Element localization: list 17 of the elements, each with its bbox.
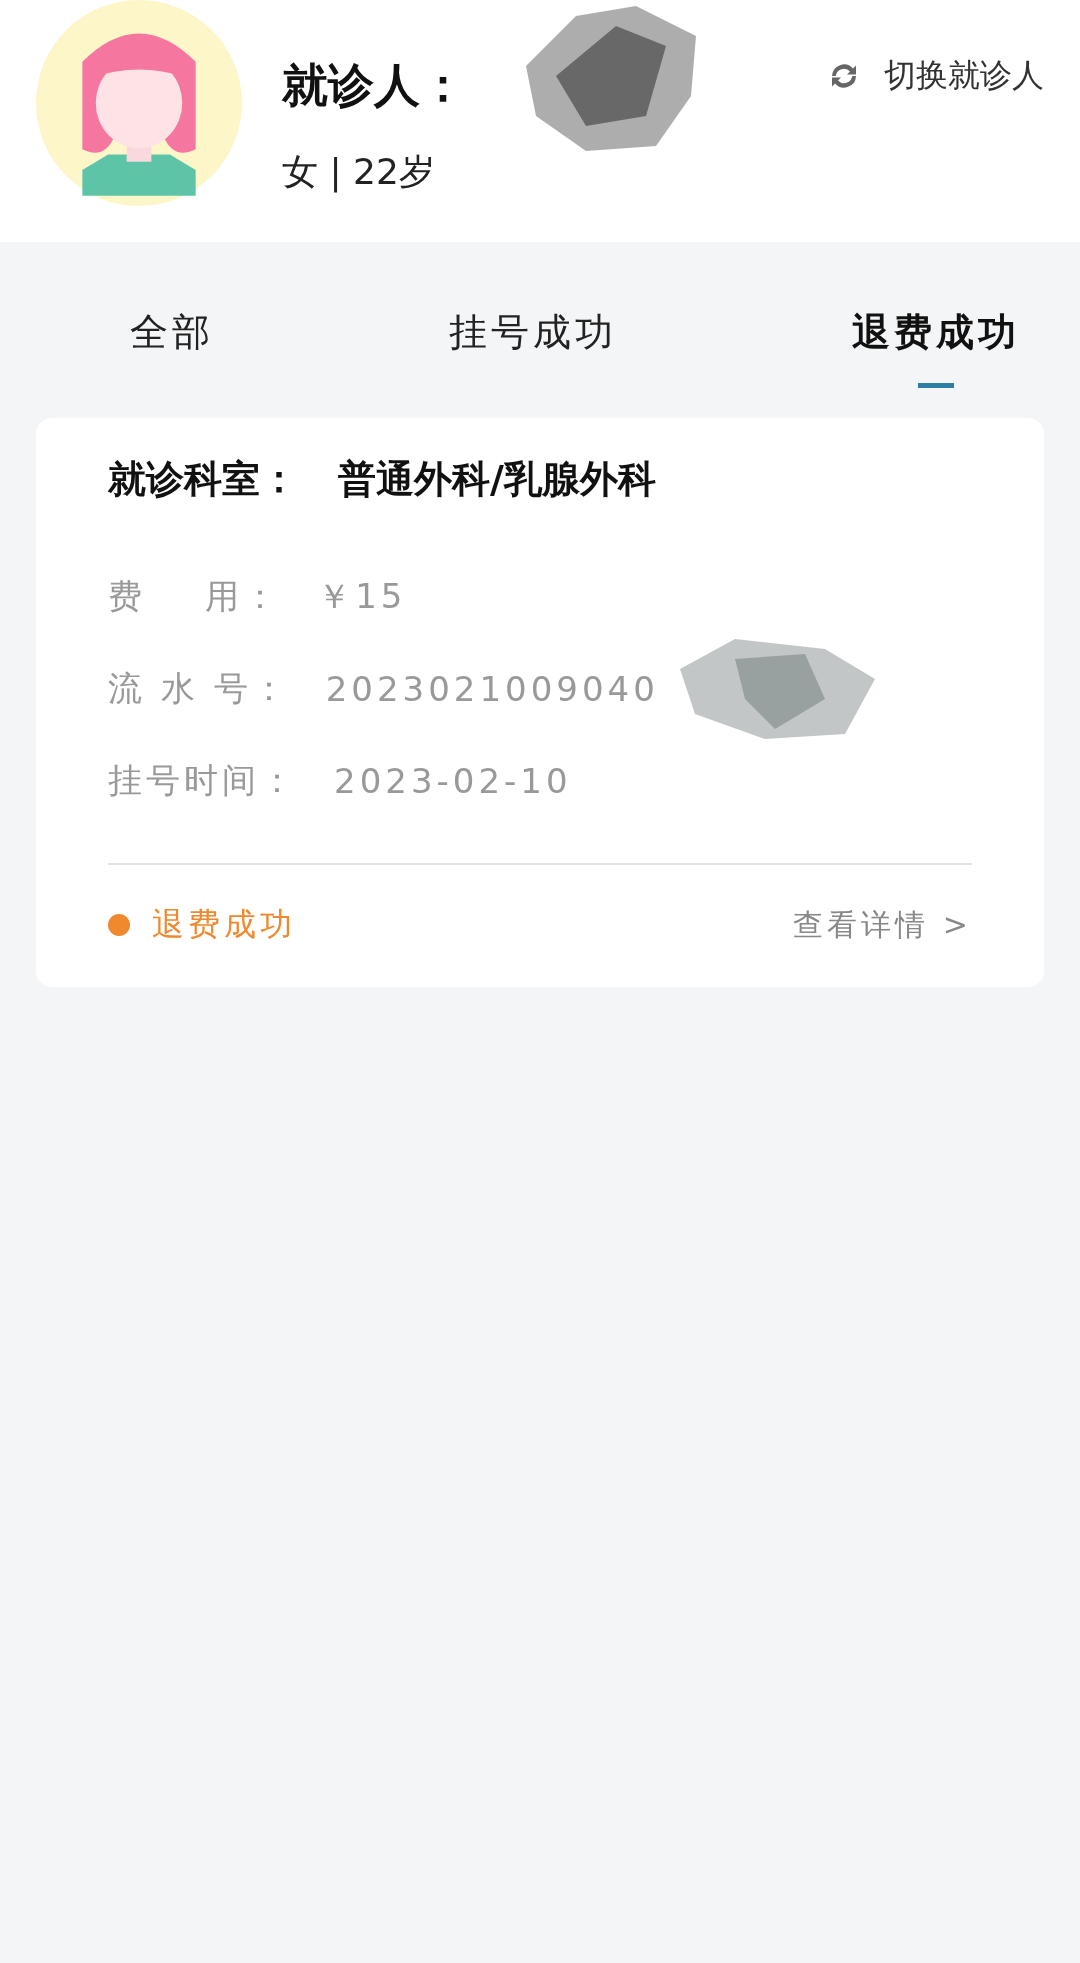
filter-tab[interactable]: 挂号成功 — [449, 296, 617, 388]
field-label: 流 水 号： — [108, 667, 290, 710]
avatar-icon — [36, 0, 242, 206]
department-label: 就诊科室： — [108, 456, 298, 503]
patient-info: 女 | 22岁 — [282, 149, 436, 195]
filter-tab[interactable]: 退费成功 — [852, 296, 1020, 388]
status-text: 退费成功 — [152, 904, 296, 945]
field-value: 2023021009040 — [325, 669, 659, 709]
details-link[interactable]: 查看详情 > — [793, 904, 972, 946]
department-value: 普通外科/乳腺外科 — [338, 456, 656, 503]
patient-label: 就诊人： — [282, 56, 466, 114]
field-value: 2023-02-10 — [334, 761, 572, 801]
field-value: ￥15 — [317, 575, 407, 618]
switch-patient-button[interactable]: 切换就诊人 — [826, 54, 1044, 98]
field-label: 费 用： — [108, 575, 282, 618]
filter-tab[interactable]: 全部 — [130, 296, 214, 388]
field-label: 挂号时间： — [108, 759, 298, 802]
